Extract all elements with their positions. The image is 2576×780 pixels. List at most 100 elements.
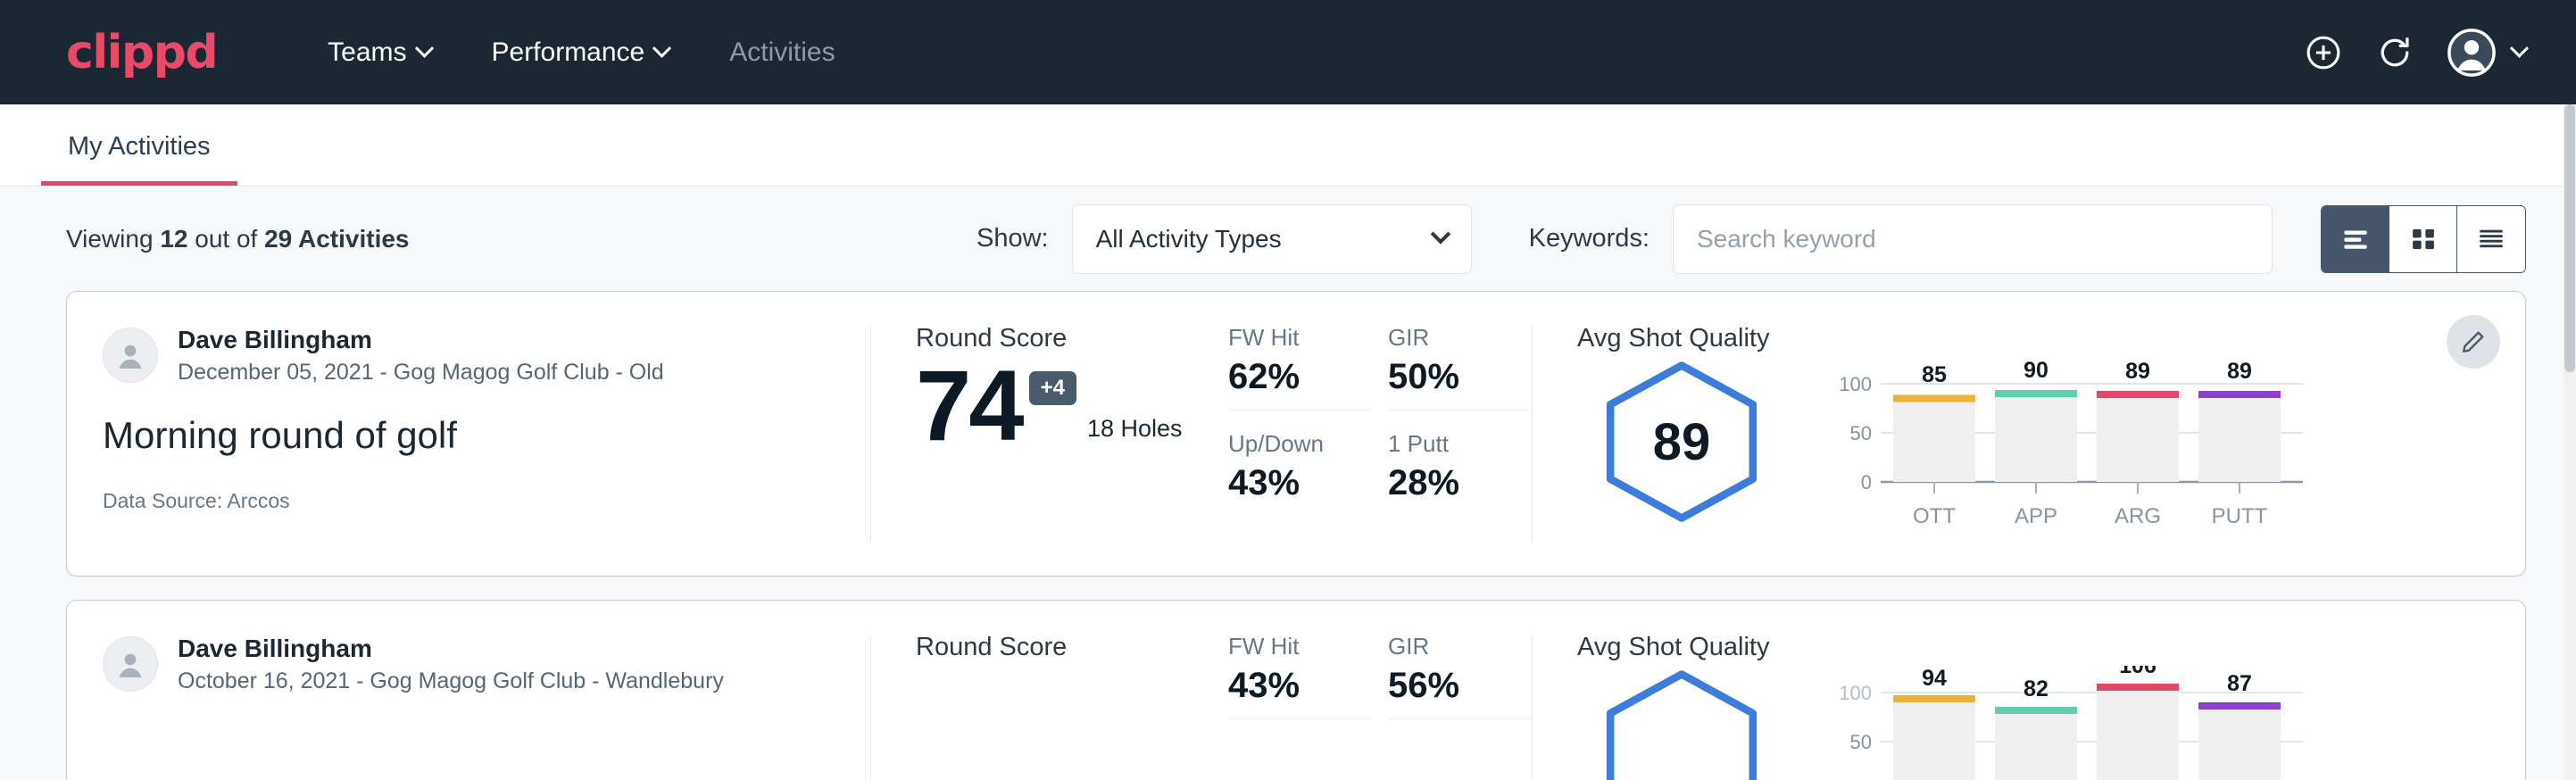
chevron-down-icon (414, 39, 433, 58)
stat-gir: GIR 50% (1388, 324, 1532, 411)
avg-shot-quality-label: Avg Shot Quality (1577, 324, 2525, 353)
svg-text:85: 85 (1922, 362, 1947, 387)
person-name: Dave Billingham (178, 633, 724, 664)
add-activity-button[interactable] (2304, 33, 2343, 72)
avg-shot-quality-value: 89 (1597, 357, 1766, 527)
viewing-suffix: Activities (292, 225, 409, 253)
activity-card[interactable]: Dave Billingham October 16, 2021 - Gog M… (66, 600, 2526, 780)
stat-label: 1 Putt (1388, 430, 1532, 458)
nav-item-teams-label: Teams (328, 37, 406, 68)
page-scrollbar[interactable] (2564, 104, 2576, 780)
avg-shot-quality-label: Avg Shot Quality (1577, 633, 2525, 662)
round-score-block: Round Score 74 +4 18 Holes (871, 292, 1228, 576)
person-icon (112, 337, 148, 373)
edit-activity-button[interactable] (2447, 315, 2500, 369)
activity-card[interactable]: Dave Billingham December 05, 2021 - Gog … (66, 291, 2526, 577)
svg-text:PUTT: PUTT (2212, 504, 2268, 528)
activity-person: Dave Billingham October 16, 2021 - Gog M… (103, 633, 835, 696)
stat-label: Up/Down (1228, 430, 1372, 458)
person-name: Dave Billingham (178, 324, 664, 355)
avg-shot-quality-block: Avg Shot Quality 100 50 0 (1533, 601, 2525, 780)
activity-type-select-value: All Activity Types (1096, 225, 1282, 253)
viewing-total: 29 (264, 225, 292, 253)
activity-list: Dave Billingham December 05, 2021 - Gog … (0, 291, 2576, 780)
stat-label: GIR (1388, 324, 1532, 352)
activity-summary: Dave Billingham December 05, 2021 - Gog … (67, 292, 870, 576)
activity-title: Morning round of golf (103, 414, 835, 457)
tab-my-activities[interactable]: My Activities (41, 132, 237, 186)
activity-person: Dave Billingham December 05, 2021 - Gog … (103, 324, 835, 387)
round-score-label: Round Score (916, 633, 1228, 662)
activity-meta: December 05, 2021 - Gog Magog Golf Club … (178, 358, 664, 387)
tab-my-activities-label: My Activities (68, 132, 211, 161)
account-avatar-icon (2447, 28, 2497, 78)
account-menu[interactable] (2447, 28, 2526, 78)
svg-text:82: 82 (2023, 676, 2048, 701)
svg-text:90: 90 (2023, 358, 2048, 383)
shot-quality-chart: 100 50 0 85 OTT (1816, 357, 2316, 540)
keywords-label: Keywords: (1529, 224, 1649, 253)
viewing-mid: out of (187, 225, 264, 253)
svg-text:100: 100 (1839, 373, 1872, 395)
svg-text:50: 50 (1850, 731, 1872, 753)
round-score-row: 74 +4 18 Holes (916, 359, 1228, 453)
nav-item-activities[interactable]: Activities (699, 29, 865, 77)
keywords-group: Keywords: (1529, 204, 2273, 274)
avg-shot-quality-block: Avg Shot Quality 89 100 (1533, 292, 2525, 576)
svg-text:OTT: OTT (1913, 504, 1956, 528)
grid-view-icon (2406, 222, 2440, 256)
shot-quality-chart: 100 50 0 94 OTT 82 (1816, 666, 2316, 780)
stat-value: 28% (1388, 463, 1532, 503)
nav-item-activities-label: Activities (729, 37, 835, 68)
svg-text:87: 87 (2227, 671, 2252, 696)
svg-text:94: 94 (1922, 666, 1947, 691)
filters-toolbar: Viewing 12 out of 29 Activities Show: Al… (0, 187, 2576, 291)
stat-value: 43% (1228, 463, 1372, 503)
nav-item-performance[interactable]: Performance (461, 29, 700, 77)
stat-label: FW Hit (1228, 633, 1372, 660)
chevron-down-icon (1430, 224, 1450, 245)
scrollbar-thumb[interactable] (2564, 104, 2575, 372)
clippd-logo[interactable]: clippd (66, 29, 217, 76)
search-input[interactable] (1673, 204, 2273, 274)
activity-summary: Dave Billingham October 16, 2021 - Gog M… (67, 601, 870, 780)
shot-quality-bar-chart: 100 50 0 94 OTT 82 (1816, 666, 2316, 780)
quality-hexagon: 89 (1597, 357, 1766, 527)
avatar (103, 328, 158, 383)
stat-value: 43% (1228, 666, 1372, 706)
view-mode-list-button[interactable] (2322, 206, 2389, 272)
top-navbar: clippd Teams Performance Activities (0, 0, 2576, 104)
avatar (103, 636, 158, 692)
viewing-count-text: Viewing 12 out of 29 Activities (66, 225, 410, 253)
viewing-count: 12 (160, 225, 187, 253)
show-label: Show: (976, 224, 1049, 253)
view-mode-compact-button[interactable] (2457, 206, 2525, 272)
primary-nav: Teams Performance Activities (297, 29, 865, 77)
refresh-button[interactable] (2375, 33, 2414, 72)
quality-hexagon (1597, 666, 1766, 780)
page-tabbar: My Activities (0, 104, 2576, 187)
stat-value: 62% (1228, 357, 1372, 397)
compact-view-icon (2474, 222, 2508, 256)
person-icon (112, 646, 148, 682)
view-mode-toggle (2321, 205, 2526, 273)
svg-text:89: 89 (2227, 359, 2252, 384)
svg-text:50: 50 (1850, 422, 1872, 444)
round-stats-block: FW Hit 43% GIR 56% (1228, 601, 1532, 780)
svg-text:89: 89 (2125, 359, 2150, 384)
holes-played: 18 Holes (1087, 415, 1183, 453)
stat-up-down: Up/Down 43% (1228, 430, 1372, 516)
nav-item-performance-label: Performance (492, 37, 645, 68)
viewing-prefix: Viewing (66, 225, 160, 253)
score-to-par-badge: +4 (1029, 371, 1076, 405)
round-score-value: 74 (916, 359, 1022, 453)
avg-shot-quality-value (1597, 666, 1766, 780)
svg-text:100: 100 (1839, 682, 1872, 704)
view-mode-grid-button[interactable] (2389, 206, 2457, 272)
activity-type-select[interactable]: All Activity Types (1072, 204, 1472, 274)
svg-text:APP: APP (2015, 504, 2057, 528)
chevron-down-icon (652, 39, 671, 58)
stat-label: FW Hit (1228, 324, 1372, 352)
nav-item-teams[interactable]: Teams (297, 29, 461, 77)
svg-text:0: 0 (1861, 471, 1872, 494)
